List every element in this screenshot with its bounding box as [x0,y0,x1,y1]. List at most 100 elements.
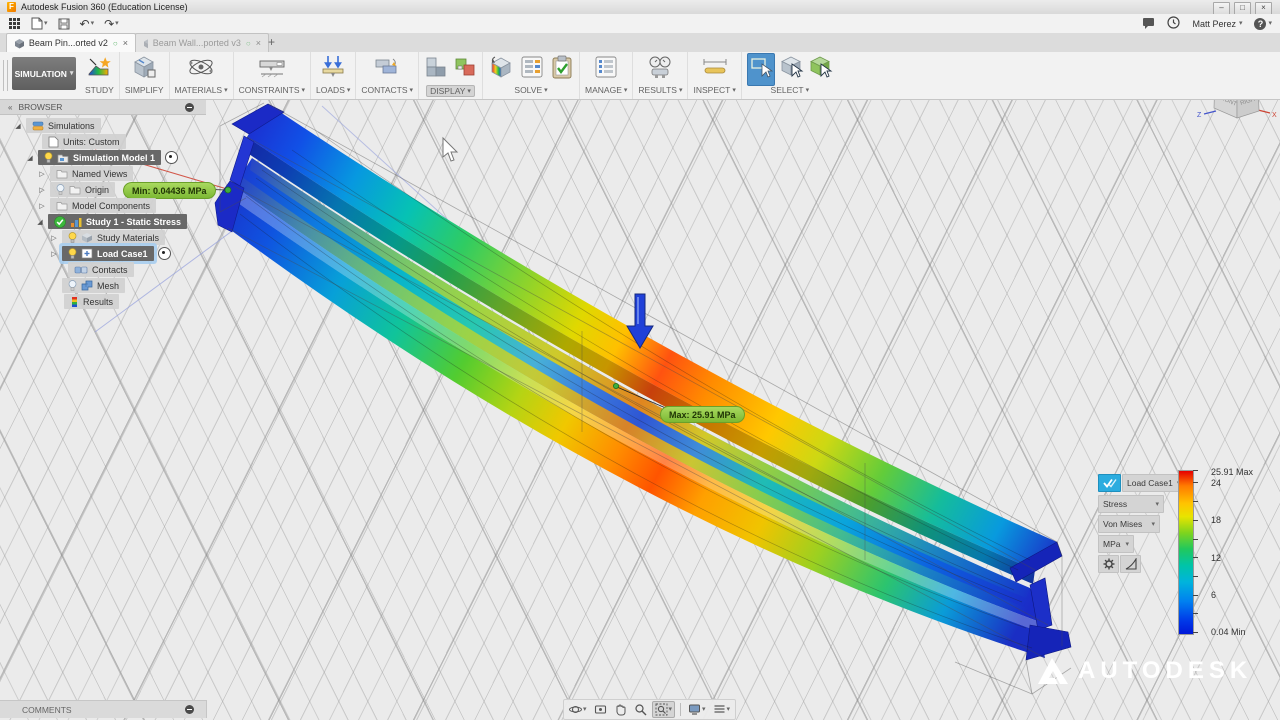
visibility-bulb-icon[interactable] [56,184,65,195]
save-icon[interactable] [58,18,70,30]
browser-row-load-case1[interactable]: ▷ Load Case1 [50,246,171,261]
browser-row-mesh[interactable]: Mesh [62,278,126,293]
contacts-label[interactable]: CONTACTS [361,85,407,95]
undo-caret[interactable]: ▾ [91,20,95,27]
collapsed-icon[interactable]: ▷ [50,234,58,242]
constraints-label[interactable]: CONSTRAINTS [239,85,300,95]
pre-check-icon[interactable] [550,54,574,85]
legend-ramp-button[interactable] [1120,555,1141,573]
pan-button[interactable] [612,702,629,717]
loads-caret[interactable]: ▾ [347,87,351,94]
display-compare-icon[interactable] [453,54,477,85]
select-freeform-icon[interactable] [780,55,804,84]
result-type-dropdown[interactable]: Stress ▾ [1098,495,1164,513]
zoom-button[interactable] [632,702,649,717]
select-label[interactable]: SELECT [771,85,804,95]
browser-row-units[interactable]: Units: Custom [42,134,126,149]
constraints-caret[interactable]: ▾ [302,87,306,94]
solve-caret[interactable]: ▾ [544,87,548,94]
unit-dropdown[interactable]: MPa ▾ [1098,535,1134,553]
browser-collapse-icon[interactable]: « [8,103,12,112]
redo-icon[interactable]: ↷ ▾ [104,17,119,31]
new-study-icon[interactable] [86,54,112,85]
visibility-bulb-icon[interactable] [68,232,77,243]
visibility-bulb-icon[interactable] [44,152,53,163]
expanded-icon[interactable]: ◢ [26,154,34,162]
app-grid-menu-icon[interactable] [8,17,21,30]
display-settings-button[interactable]: ▾ [686,702,708,717]
load-case-dropdown[interactable]: Load Case1 ▾ [1122,474,1180,492]
manage-label[interactable]: MANAGE [585,85,622,95]
document-tab-inactive[interactable]: Beam Wall...ported v3 ○ × [135,33,269,52]
legend-visibility-toggle[interactable] [1098,474,1121,492]
study-label[interactable]: STUDY [85,85,114,95]
job-status-clock-icon[interactable] [1167,16,1181,31]
help-menu[interactable]: ? ▾ [1254,17,1272,30]
browser-row-origin[interactable]: ▷ Origin [38,182,116,197]
inspect-caret[interactable]: ▾ [732,87,736,94]
simplify-icon[interactable] [131,54,157,85]
file-menu-icon[interactable]: ▾ [31,17,48,30]
browser-row-simulations[interactable]: ◢ Simulations [14,118,101,133]
redo-caret[interactable]: ▾ [115,20,119,27]
min-stress-badge[interactable]: Min: 0.04436 MPa [123,182,216,199]
visibility-bulb-icon[interactable] [68,280,77,291]
display-degrees-icon[interactable] [424,54,448,85]
loads-label[interactable]: LOADS [316,85,345,95]
new-document-tab-button[interactable]: + [268,35,275,49]
results-label[interactable]: RESULTS [638,85,677,95]
browser-panel-header[interactable]: « BROWSER [0,100,206,115]
collapsed-icon[interactable]: ▷ [38,186,46,194]
expanded-icon[interactable]: ◢ [14,122,22,130]
workspace-selector[interactable]: SIMULATION ▾ [12,57,76,90]
browser-row-model-components[interactable]: ▷ Model Components [38,198,157,213]
materials-icon[interactable] [187,54,215,85]
activate-load-case-radio[interactable] [157,247,171,260]
browser-row-simulation-model[interactable]: ◢ Simulation Model 1 [26,150,179,165]
collapsed-icon[interactable]: ▷ [50,250,58,258]
grid-layout-button[interactable]: ▾ [711,702,733,717]
browser-row-results[interactable]: Results [64,294,120,309]
simplify-label[interactable]: SIMPLIFY [125,85,164,95]
close-tab-icon[interactable]: × [256,38,261,48]
contacts-icon[interactable] [373,54,401,85]
orbit-button[interactable]: ▾ [567,702,589,717]
undo-icon[interactable]: ↶ ▾ [80,17,95,31]
visibility-bulb-icon[interactable] [68,248,77,259]
legend-settings-button[interactable] [1098,555,1119,573]
solve-label[interactable]: SOLVE [514,85,542,95]
comments-options-icon[interactable] [185,705,194,714]
activate-model-radio[interactable] [165,151,179,164]
results-icon[interactable] [646,54,674,85]
inspect-measure-icon[interactable] [700,54,730,85]
max-stress-badge[interactable]: Max: 25.91 MPa [660,406,745,423]
loads-icon[interactable] [319,54,347,85]
comments-panel[interactable]: COMMENTS [0,700,207,718]
browser-row-named-views[interactable]: ▷ Named Views [38,166,134,181]
panel-grip[interactable] [3,60,8,91]
look-at-button[interactable] [592,702,609,717]
select-caret[interactable]: ▾ [806,87,810,94]
browser-row-study1[interactable]: ◢ Study 1 - Static Stress [36,214,188,229]
display-label[interactable]: DISPLAY [430,86,465,96]
browser-row-contacts[interactable]: Contacts [68,262,134,277]
select-paint-icon[interactable] [809,55,833,84]
expanded-icon[interactable]: ◢ [36,218,44,226]
fit-button[interactable]: ▾ [651,701,676,718]
solve-icon[interactable] [488,54,514,85]
results-caret[interactable]: ▾ [679,87,683,94]
constraints-icon[interactable] [257,54,287,85]
display-caret[interactable]: ▾ [467,88,471,95]
manage-icon[interactable] [593,54,619,85]
force-load-arrow[interactable] [626,293,654,349]
document-tab-active[interactable]: Beam Pin...orted v2 ○ × [6,33,136,52]
user-account-menu[interactable]: Matt Perez ▾ [1192,19,1242,29]
manage-caret[interactable]: ▾ [624,87,628,94]
materials-caret[interactable]: ▾ [224,87,228,94]
solve-details-icon[interactable] [519,54,545,85]
collapsed-icon[interactable]: ▷ [38,170,46,178]
browser-row-study-materials[interactable]: ▷ Study Materials [50,230,166,245]
collapsed-icon[interactable]: ▷ [38,202,46,210]
contacts-caret[interactable]: ▾ [410,87,414,94]
file-menu-caret[interactable]: ▾ [44,20,48,27]
